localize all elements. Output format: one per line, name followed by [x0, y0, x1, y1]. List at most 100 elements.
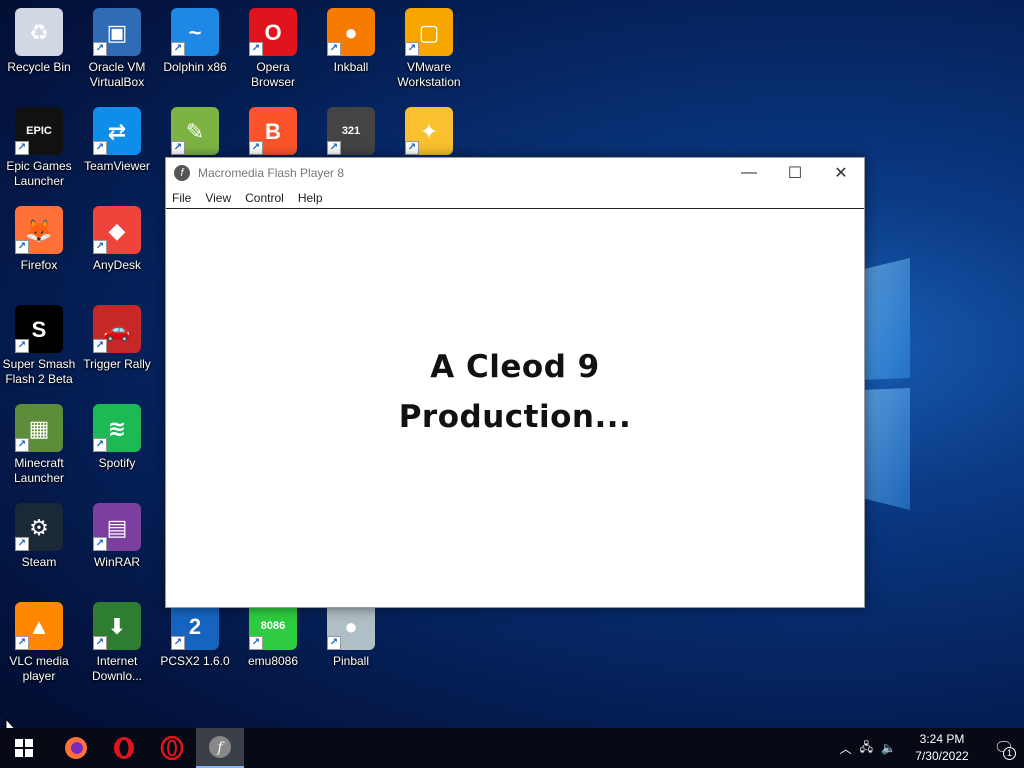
teamviewer-icon: ⇄ ↗: [93, 107, 141, 155]
shortcut-arrow-icon: ↗: [93, 537, 107, 551]
minimize-button[interactable]: —: [726, 158, 772, 188]
shortcut-arrow-icon: ↗: [171, 636, 185, 650]
taskbar-flash-player[interactable]: f: [196, 728, 244, 768]
menu-file[interactable]: File: [172, 191, 191, 205]
desktop-shortcut-dolphin[interactable]: ~ ↗ Dolphin x86: [156, 0, 234, 75]
desktop-icon-label: Steam: [21, 555, 57, 569]
desktop-shortcut-trigger-rally[interactable]: 🚗 ↗ Trigger Rally: [78, 297, 156, 372]
shortcut-arrow-icon: ↗: [405, 141, 419, 155]
anydesk-icon: ◆ ↗: [93, 206, 141, 254]
shortcut-arrow-icon: ↗: [171, 42, 185, 56]
flash-player-window[interactable]: f Macromedia Flash Player 8 — ☐ ✕ File V…: [165, 157, 865, 608]
clock[interactable]: 3:24 PM 7/30/2022: [908, 731, 976, 765]
shortcut-arrow-icon: ↗: [327, 141, 341, 155]
shortcut-arrow-icon: ↗: [15, 636, 29, 650]
desktop-icon-label: Spotify: [98, 456, 136, 470]
wallpaper-windows-logo: [860, 258, 910, 510]
flash-player-icon: f: [209, 736, 231, 758]
desktop-shortcut-idm[interactable]: ⬇ ↗ Internet Downlo...: [78, 594, 156, 684]
epic-games-icon: EPIC ↗: [15, 107, 63, 155]
menu-help[interactable]: Help: [298, 191, 323, 205]
ssf2-icon: S ↗: [15, 305, 63, 353]
desktop-icon-label: Super Smash Flash 2 Beta: [2, 357, 76, 386]
shortcut-arrow-icon: ↗: [93, 339, 107, 353]
trigger-rally-icon: 🚗 ↗: [93, 305, 141, 353]
shortcut-arrow-icon: ↗: [15, 537, 29, 551]
desktop-icon-label: Epic Games Launcher: [6, 159, 72, 188]
desktop-shortcut-firefox[interactable]: 🦊 ↗ Firefox: [0, 198, 78, 273]
desktop-icon-label: Inkball: [333, 60, 369, 74]
system-tray: ︿ 🖧 🔈 3:24 PM 7/30/2022 🗨 1: [840, 728, 1024, 768]
desktop-shortcut-minecraft[interactable]: ▦ ↗ Minecraft Launcher: [0, 396, 78, 486]
desktop-shortcut-opera[interactable]: O ↗ Opera Browser: [234, 0, 312, 90]
desktop-shortcut-teamviewer[interactable]: ⇄ ↗ TeamViewer: [78, 99, 156, 174]
virtualbox-icon: ▣ ↗: [93, 8, 141, 56]
desktop-shortcut-ssf2[interactable]: S ↗ Super Smash Flash 2 Beta: [0, 297, 78, 387]
spotify-icon: ≋ ↗: [93, 404, 141, 452]
desktop-shortcut-recycle-bin[interactable]: ♻ Recycle Bin: [0, 0, 78, 75]
puzzle-icon: ✦ ↗: [405, 107, 453, 155]
close-button[interactable]: ✕: [818, 158, 864, 188]
menu-control[interactable]: Control: [245, 191, 284, 205]
flash-stage[interactable]: A Cleod 9 Production...: [166, 209, 864, 607]
clock-time: 3:24 PM: [919, 732, 965, 746]
desktop-shortcut-editor[interactable]: ✎ ↗: [156, 99, 234, 159]
desktop-shortcut-media-player-classic[interactable]: 321 ↗: [312, 99, 390, 159]
desktop-shortcut-spotify[interactable]: ≋ ↗ Spotify: [78, 396, 156, 471]
idm-icon: ⬇ ↗: [93, 602, 141, 650]
shortcut-arrow-icon: ↗: [15, 438, 29, 452]
vlc-icon: ▲ ↗: [15, 602, 63, 650]
desktop-shortcut-vlc[interactable]: ▲ ↗ VLC media player: [0, 594, 78, 684]
emu8086-icon: 8086 ↗: [249, 602, 297, 650]
desktop-shortcut-puzzle[interactable]: ✦ ↗: [390, 99, 468, 159]
desktop-icon-label: Firefox: [20, 258, 58, 272]
pcsx2-icon: 2 ↗: [171, 602, 219, 650]
shortcut-arrow-icon: ↗: [93, 438, 107, 452]
desktop-shortcut-winrar[interactable]: ▤ ↗ WinRAR: [78, 495, 156, 570]
volume-icon[interactable]: 🔈: [881, 741, 896, 755]
taskbar-opera-gx[interactable]: [148, 728, 196, 768]
desktop-shortcut-inkball[interactable]: ● ↗ Inkball: [312, 0, 390, 75]
desktop-shortcut-vmware[interactable]: ▢ ↗ VMware Workstation: [390, 0, 468, 90]
window-title: Macromedia Flash Player 8: [198, 166, 345, 180]
maximize-button[interactable]: ☐: [772, 158, 818, 188]
network-icon[interactable]: 🖧: [860, 738, 873, 759]
shortcut-arrow-icon: ↗: [249, 141, 263, 155]
menu-view[interactable]: View: [205, 191, 231, 205]
desktop-icon-label: Internet Downlo...: [91, 654, 143, 683]
desktop-icon-label: Pinball: [332, 654, 370, 668]
editor-icon: ✎ ↗: [171, 107, 219, 155]
shortcut-arrow-icon: ↗: [93, 240, 107, 254]
shortcut-arrow-icon: ↗: [405, 42, 419, 56]
desktop-shortcut-anydesk[interactable]: ◆ ↗ AnyDesk: [78, 198, 156, 273]
window-titlebar[interactable]: f Macromedia Flash Player 8 — ☐ ✕: [166, 158, 864, 188]
opera-gx-icon: [160, 736, 184, 760]
taskbar-opera[interactable]: [100, 728, 148, 768]
desktop-shortcut-steam[interactable]: ⚙ ↗ Steam: [0, 495, 78, 570]
vmware-icon: ▢ ↗: [405, 8, 453, 56]
desktop-shortcut-virtualbox[interactable]: ▣ ↗ Oracle VM VirtualBox: [78, 0, 156, 90]
shortcut-arrow-icon: ↗: [15, 339, 29, 353]
notification-center-button[interactable]: 🗨 1: [984, 728, 1024, 768]
desktop-icon-label: WinRAR: [93, 555, 140, 569]
inkball-icon: ● ↗: [327, 8, 375, 56]
intro-line-1: A Cleod 9: [430, 349, 600, 385]
flash-player-icon: f: [174, 165, 190, 181]
firefox-icon: 🦊 ↗: [15, 206, 63, 254]
desktop-icon-label: Minecraft Launcher: [13, 456, 65, 485]
dolphin-icon: ~ ↗: [171, 8, 219, 56]
chevron-up-icon[interactable]: ︿: [840, 740, 852, 757]
shortcut-arrow-icon: ↗: [93, 636, 107, 650]
shortcut-arrow-icon: ↗: [327, 636, 341, 650]
minecraft-icon: ▦ ↗: [15, 404, 63, 452]
steam-icon: ⚙ ↗: [15, 503, 63, 551]
start-button[interactable]: [0, 728, 48, 768]
desktop-shortcut-brave[interactable]: B ↗: [234, 99, 312, 159]
menu-bar: File View Control Help: [166, 188, 864, 209]
desktop-shortcut-epic-games[interactable]: EPIC ↗ Epic Games Launcher: [0, 99, 78, 189]
desktop-icon-label: VLC media player: [9, 654, 69, 683]
taskbar-firefox[interactable]: [52, 728, 100, 768]
shortcut-arrow-icon: ↗: [327, 42, 341, 56]
shortcut-arrow-icon: ↗: [15, 240, 29, 254]
intro-line-2: Production...: [398, 399, 632, 435]
